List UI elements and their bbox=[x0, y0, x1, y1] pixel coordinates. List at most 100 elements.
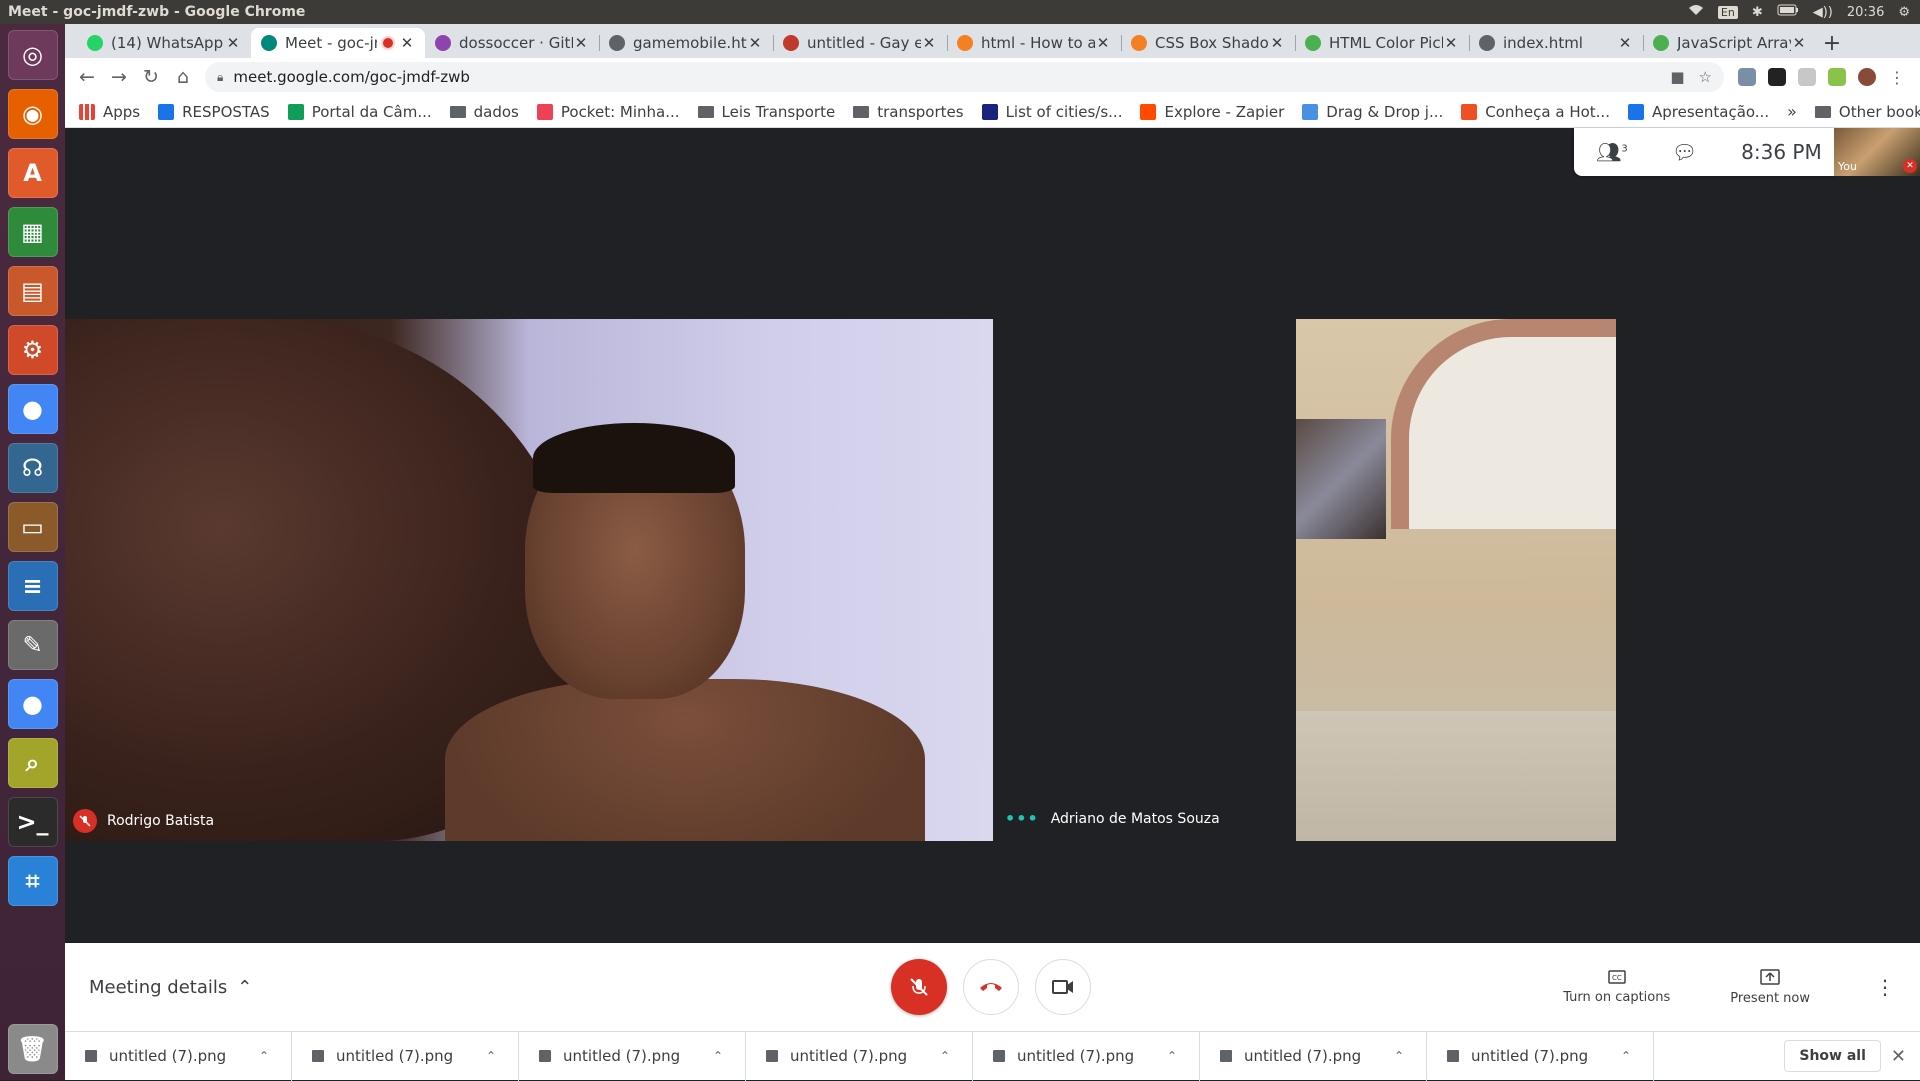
extension-icon[interactable] bbox=[1828, 68, 1846, 86]
download-item[interactable]: untitled (7).png ⌃ bbox=[1200, 1031, 1427, 1081]
code-editor-icon[interactable]: ⌗ bbox=[7, 856, 58, 906]
firefox-icon[interactable]: ◉ bbox=[7, 89, 58, 139]
close-tab-icon[interactable]: ✕ bbox=[399, 34, 415, 52]
participant-tile-rodrigo[interactable] bbox=[65, 319, 993, 841]
menu-kebab-icon[interactable]: ⋮ bbox=[1888, 68, 1906, 87]
extension-icon[interactable] bbox=[1768, 68, 1786, 86]
image-viewer-icon[interactable]: ⌕ bbox=[7, 738, 58, 788]
participant-tile-adriano[interactable] bbox=[1296, 319, 1616, 841]
bookmark-star-icon[interactable]: ☆ bbox=[1699, 68, 1712, 86]
chevron-up-icon[interactable]: ⌃ bbox=[1394, 1049, 1414, 1063]
files-icon[interactable]: ▭ bbox=[7, 502, 58, 552]
browser-tab[interactable]: CSS Box Shadow ✕ bbox=[1121, 28, 1295, 58]
trash-icon[interactable]: 🗑︎ bbox=[7, 1024, 58, 1074]
chevron-up-icon[interactable]: ⌃ bbox=[1167, 1049, 1187, 1063]
chevron-up-icon[interactable]: ⌃ bbox=[940, 1049, 960, 1063]
url-text[interactable]: meet.google.com/goc-jmdf-zwb bbox=[233, 68, 470, 86]
close-tab-icon[interactable]: ✕ bbox=[1269, 34, 1285, 52]
battery-icon[interactable] bbox=[1777, 4, 1799, 20]
download-item[interactable]: untitled (7).png ⌃ bbox=[1427, 1031, 1654, 1081]
camera-indicator-icon[interactable]: ■ bbox=[1670, 68, 1684, 86]
profile-avatar[interactable] bbox=[1858, 68, 1876, 86]
bookmark-item[interactable]: Drag & Drop j... bbox=[1302, 103, 1443, 121]
browser-tab[interactable]: untitled - Gay es ✕ bbox=[773, 28, 947, 58]
bookmark-item[interactable]: Apps bbox=[79, 103, 140, 121]
chrome-icon[interactable]: ● bbox=[7, 384, 58, 434]
chevron-up-icon[interactable]: ⌃ bbox=[1621, 1049, 1641, 1063]
captions-button[interactable]: CC Turn on captions bbox=[1563, 969, 1670, 1005]
terminal-icon[interactable]: >_ bbox=[7, 797, 58, 847]
bluetooth-icon[interactable]: ✱ bbox=[1752, 5, 1763, 20]
ubuntu-dash-icon[interactable]: ◎ bbox=[7, 30, 58, 80]
spreadsheet-icon[interactable]: ▦ bbox=[7, 207, 58, 257]
bookmark-item[interactable]: Pocket: Minha... bbox=[536, 103, 680, 121]
chevron-up-icon[interactable]: ⌃ bbox=[259, 1049, 279, 1063]
lock-icon[interactable]: 🔒︎ bbox=[217, 70, 223, 85]
bookmark-item[interactable]: Conheça a Hot... bbox=[1461, 103, 1610, 121]
browser-tab[interactable]: html - How to all ✕ bbox=[947, 28, 1121, 58]
writer-icon[interactable]: ≡ bbox=[7, 561, 58, 611]
gear-icon[interactable]: ⚙ bbox=[1898, 5, 1910, 20]
new-tab-button[interactable]: + bbox=[1817, 28, 1847, 58]
browser-tab[interactable]: gamemobile.html✕ bbox=[599, 28, 773, 58]
close-tab-icon[interactable]: ✕ bbox=[1791, 34, 1807, 52]
keyboard-layout-indicator[interactable]: En bbox=[1717, 5, 1738, 19]
pgadmin-icon[interactable]: ☊ bbox=[7, 443, 58, 493]
more-options-icon[interactable]: ⋮ bbox=[1870, 975, 1900, 999]
other-bookmarks-folder[interactable]: Other bookmarks bbox=[1814, 103, 1920, 121]
bookmark-item[interactable]: transportes bbox=[853, 103, 964, 121]
people-icon[interactable]: 👥︎3 bbox=[1596, 140, 1628, 164]
download-item[interactable]: untitled (7).png ⌃ bbox=[746, 1031, 973, 1081]
back-button[interactable]: ← bbox=[71, 61, 103, 93]
download-item[interactable]: untitled (7).png ⌃ bbox=[973, 1031, 1200, 1081]
text-editor-icon[interactable]: ✎ bbox=[7, 620, 58, 670]
browser-tab[interactable]: HTML Color Pick ✕ bbox=[1295, 28, 1469, 58]
bookmark-item[interactable]: List of cities/s... bbox=[981, 103, 1122, 121]
close-tab-icon[interactable]: ✕ bbox=[1443, 34, 1459, 52]
close-tab-icon[interactable]: ✕ bbox=[225, 34, 241, 52]
microphone-toggle-button[interactable] bbox=[891, 959, 947, 1015]
browser-tab[interactable]: JavaScript Array ✕ bbox=[1643, 28, 1817, 58]
software-center-icon[interactable]: A bbox=[7, 148, 58, 198]
address-bar[interactable]: 🔒︎ meet.google.com/goc-jmdf-zwb ■ ☆ bbox=[205, 62, 1724, 92]
settings-icon[interactable]: ⚙ bbox=[7, 325, 58, 375]
browser-tab[interactable]: index.html ✕ bbox=[1469, 28, 1643, 58]
home-button[interactable]: ⌂ bbox=[167, 61, 199, 93]
bookmark-item[interactable]: Apresentação... bbox=[1627, 103, 1769, 121]
reload-button[interactable]: ↻ bbox=[135, 61, 167, 93]
download-item[interactable]: untitled (7).png ⌃ bbox=[65, 1031, 292, 1081]
bookmark-item[interactable]: Leis Transporte bbox=[697, 103, 835, 121]
chevron-up-icon[interactable]: ⌃ bbox=[486, 1049, 506, 1063]
download-item[interactable]: untitled (7).png ⌃ bbox=[519, 1031, 746, 1081]
chevron-up-icon[interactable]: ⌃ bbox=[713, 1049, 733, 1063]
volume-icon[interactable]: ◀)) bbox=[1813, 5, 1833, 20]
show-all-downloads-button[interactable]: Show all bbox=[1784, 1040, 1881, 1072]
browser-tab[interactable]: (14) WhatsApp ✕ bbox=[77, 28, 251, 58]
close-tab-icon[interactable]: ✕ bbox=[921, 34, 937, 52]
bookmarks-overflow-button[interactable]: » bbox=[1787, 102, 1797, 121]
present-now-button[interactable]: Present now bbox=[1730, 968, 1810, 1006]
close-icon[interactable]: ✕ bbox=[1891, 1046, 1906, 1067]
close-tab-icon[interactable]: ✕ bbox=[1617, 34, 1633, 52]
presentation-icon[interactable]: ▤ bbox=[7, 266, 58, 316]
leave-call-button[interactable] bbox=[963, 959, 1019, 1015]
forward-button[interactable]: → bbox=[103, 61, 135, 93]
bookmark-item[interactable]: Portal da Câm... bbox=[287, 103, 432, 121]
browser-tab[interactable]: dossoccer · GitHub✕ bbox=[425, 28, 599, 58]
wifi-icon[interactable] bbox=[1688, 4, 1704, 20]
close-tab-icon[interactable]: ✕ bbox=[1095, 34, 1111, 52]
close-tab-icon[interactable]: ✕ bbox=[747, 34, 763, 52]
extension-icon[interactable] bbox=[1798, 68, 1816, 86]
self-view-tile[interactable]: You ✕ bbox=[1834, 128, 1920, 176]
bookmark-item[interactable]: dados bbox=[449, 103, 519, 121]
close-tab-icon[interactable]: ✕ bbox=[573, 34, 589, 52]
camera-toggle-button[interactable] bbox=[1035, 959, 1091, 1015]
meeting-details-button[interactable]: Meeting details ⌃ bbox=[89, 977, 252, 998]
download-item[interactable]: untitled (7).png ⌃ bbox=[292, 1031, 519, 1081]
extension-icon[interactable] bbox=[1738, 68, 1756, 86]
browser-tab[interactable]: Meet - goc-jmdf-zwb ✕ bbox=[251, 28, 425, 58]
chat-icon[interactable]: 💬︎ bbox=[1672, 140, 1697, 164]
bookmark-item[interactable]: RESPOSTAS bbox=[158, 103, 270, 121]
chrome-icon[interactable]: ● bbox=[7, 679, 58, 729]
bookmark-item[interactable]: Explore - Zapier bbox=[1140, 103, 1284, 121]
